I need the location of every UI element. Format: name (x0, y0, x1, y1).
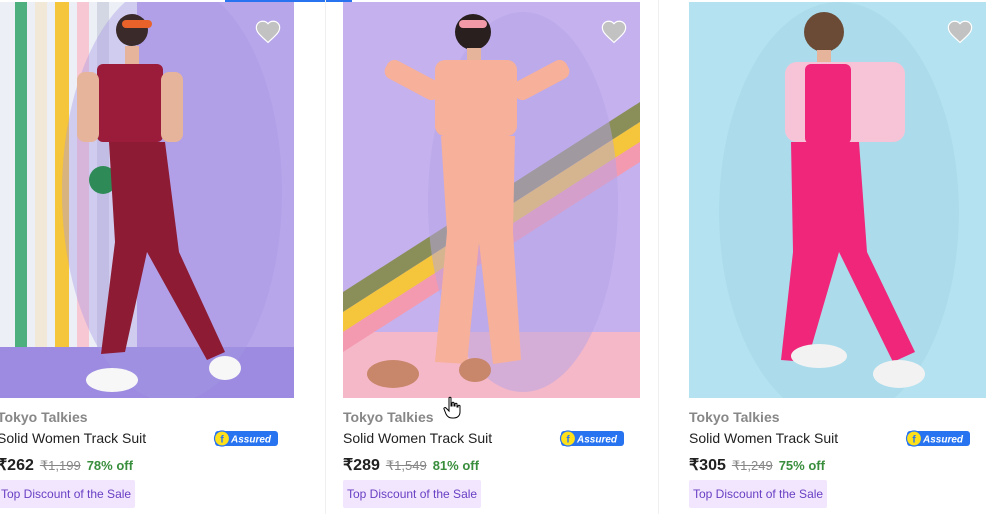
product-image[interactable] (0, 2, 294, 398)
original-price: ₹1,199 (39, 458, 81, 473)
heart-icon[interactable] (946, 18, 974, 46)
discount-percent: 81% off (432, 458, 479, 473)
discount-percent: 75% off (778, 458, 825, 473)
product-title[interactable]: Solid Women Track Suit (689, 430, 838, 446)
svg-text:Assured: Assured (576, 435, 618, 446)
product-brand: Tokyo Talkies (689, 409, 780, 425)
offer-tag: Top Discount of the Sale (343, 480, 482, 508)
product-title[interactable]: Solid Women Track Suit (0, 430, 146, 446)
svg-text:Assured: Assured (230, 435, 272, 446)
selling-price: ₹262 (0, 457, 34, 474)
heart-icon[interactable] (254, 18, 282, 46)
price-row: ₹289 ₹1,549 81% off (343, 455, 479, 475)
flipkart-assured-badge: f Assured (213, 430, 278, 447)
flipkart-assured-badge: f Assured (905, 430, 970, 447)
card-divider (325, 0, 326, 514)
product-brand: Tokyo Talkies (0, 409, 88, 425)
product-title[interactable]: Solid Women Track Suit (343, 430, 492, 446)
product-card-2[interactable]: Tokyo Talkies Solid Women Track Suit f A… (343, 0, 643, 514)
offer-tag: Top Discount of the Sale (689, 480, 828, 508)
product-image[interactable] (689, 2, 986, 398)
flipkart-assured-badge: f Assured (559, 430, 624, 447)
hand-pointer-icon (443, 396, 461, 419)
original-price: ₹1,249 (731, 458, 773, 473)
heart-icon[interactable] (600, 18, 628, 46)
offer-tag: Top Discount of the Sale (0, 480, 136, 508)
selling-price: ₹305 (689, 457, 726, 474)
product-image[interactable] (343, 2, 640, 398)
selling-price: ₹289 (343, 457, 380, 474)
original-price: ₹1,549 (385, 458, 427, 473)
card-divider (658, 0, 659, 514)
price-row: ₹305 ₹1,249 75% off (689, 455, 825, 475)
svg-text:Assured: Assured (922, 435, 964, 446)
discount-percent: 78% off (86, 458, 133, 473)
product-card-3[interactable]: Tokyo Talkies Solid Women Track Suit f A… (689, 0, 989, 514)
product-brand: Tokyo Talkies (343, 409, 434, 425)
product-card-1[interactable]: Tokyo Talkies Solid Women Track Suit f A… (0, 0, 297, 514)
price-row: ₹262 ₹1,199 78% off (0, 455, 133, 475)
